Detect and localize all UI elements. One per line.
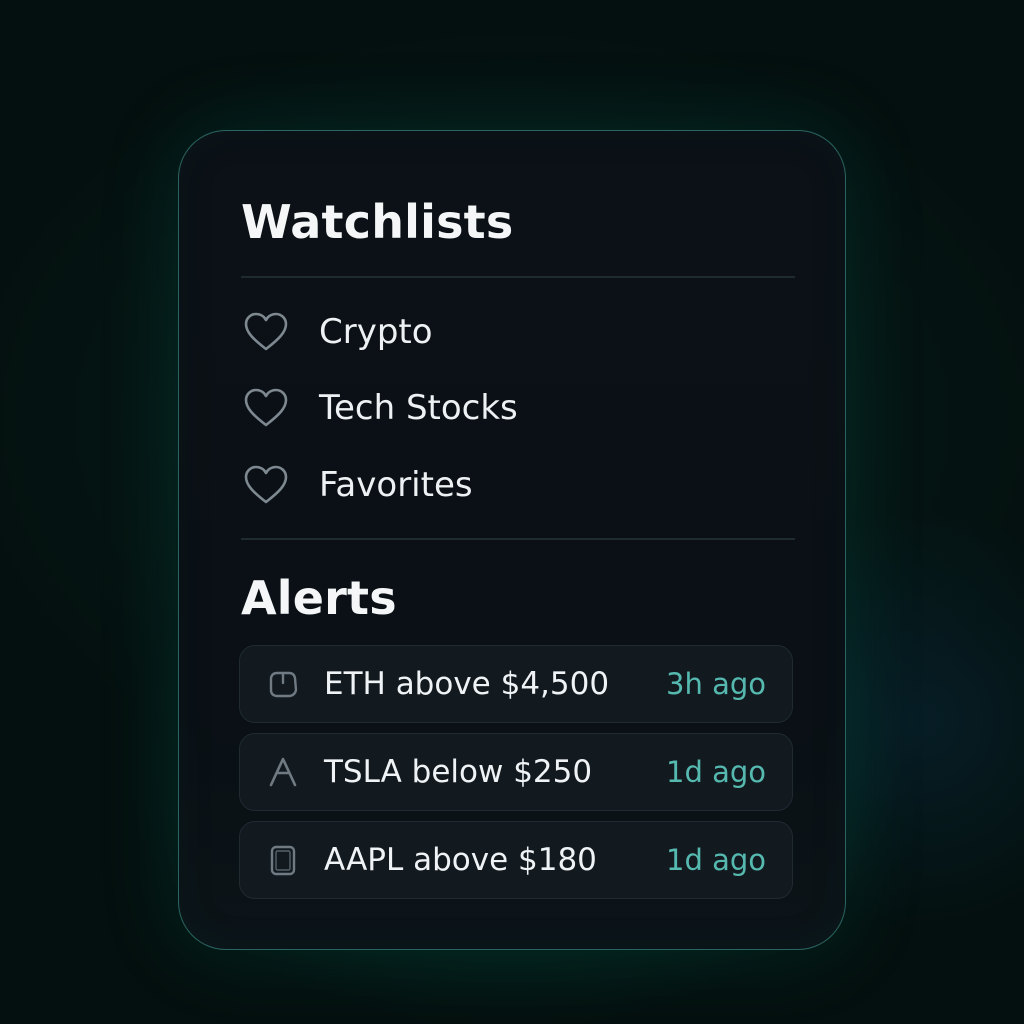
tesla-icon (266, 755, 300, 789)
watchlists-title: Watchlists (241, 195, 514, 249)
alert-item-eth[interactable]: ETH above $4,500 3h ago (239, 645, 793, 723)
watchlist-item-tech-stocks[interactable]: Tech Stocks (241, 380, 795, 436)
watchlist-item-favorites[interactable]: Favorites (241, 457, 795, 513)
power-icon (266, 667, 300, 701)
alert-time: 1d ago (666, 843, 766, 877)
alerts-title: Alerts (241, 571, 397, 625)
divider (241, 276, 795, 278)
watchlist-item-crypto[interactable]: Crypto (241, 304, 795, 360)
watchlist-label: Crypto (319, 312, 433, 352)
alert-text: AAPL above $180 (324, 841, 597, 878)
watchlist-label: Tech Stocks (319, 388, 518, 428)
heart-icon (241, 309, 291, 355)
alert-text: TSLA below $250 (324, 753, 593, 790)
divider (241, 538, 795, 540)
alert-item-tsla[interactable]: TSLA below $250 1d ago (239, 733, 793, 811)
watchlist-label: Favorites (319, 465, 473, 505)
tablet-icon (266, 843, 300, 877)
alert-time: 1d ago (666, 755, 766, 789)
heart-icon (241, 385, 291, 431)
alert-text: ETH above $4,500 (324, 665, 610, 702)
heart-icon (241, 462, 291, 508)
alert-item-aapl[interactable]: AAPL above $180 1d ago (239, 821, 793, 899)
watchlists-alerts-panel: Watchlists Crypto Tech Stocks Favorites … (178, 130, 846, 950)
alert-time: 3h ago (666, 667, 766, 701)
